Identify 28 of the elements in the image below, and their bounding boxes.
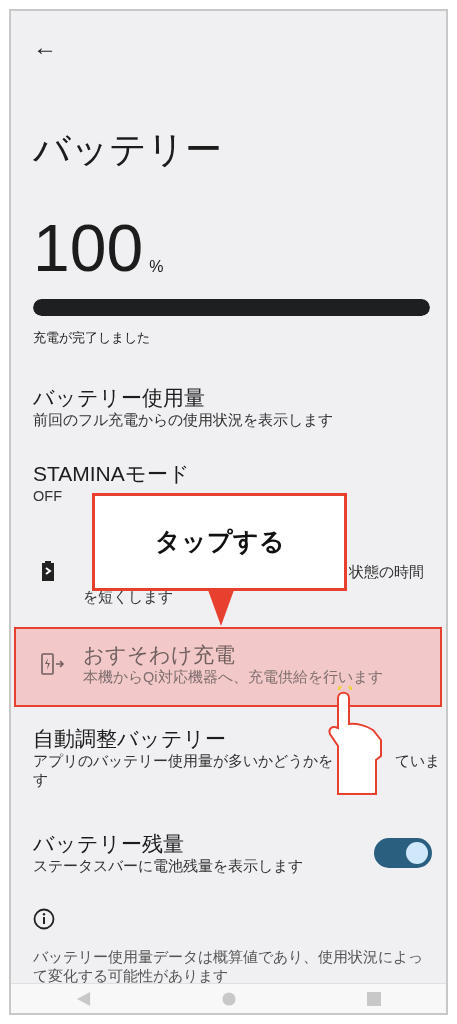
back-button[interactable]: ← [33,35,57,59]
battery-icon [41,561,55,581]
toggle-switch[interactable] [374,837,432,868]
item-title: おすそわけ充電 [83,641,235,668]
item-subtitle: す [33,770,48,790]
recents-nav-icon[interactable] [366,991,381,1006]
item-subtitle: OFF [33,486,62,506]
item-title: 自動調整バッテリー [33,725,226,752]
item-title: バッテリー使用量 [33,384,205,411]
callout-text: タップする [154,526,285,558]
item-title: STAMINAモード [33,460,190,487]
battery-percent: 100 [33,215,144,281]
item-subtitle: を短くします [83,587,173,607]
back-nav-icon[interactable] [76,991,91,1006]
page-title: バッテリー [33,128,222,172]
item-title: バッテリー残量 [33,830,184,857]
item-subtitle: アプリのバッテリー使用量が多いかどうかを [33,751,333,771]
phone-share-icon [41,652,65,675]
info-icon [33,907,55,930]
item-subtitle: 状態の時間 [349,562,424,582]
footer-note: バッテリー使用量データは概算値であり、使用状況によって変化する可能性があります [33,947,424,986]
item-subtitle: ステータスバーに電池残量を表示します [33,856,303,876]
home-nav-icon[interactable] [221,991,236,1006]
percent-unit: % [149,257,164,277]
charge-status: 充電が完了しました [33,329,150,347]
item-subtitle: 前回のフル充電からの使用状況を表示します [33,410,333,430]
item-subtitle: ていま [395,751,440,771]
item-subtitle: 本機からQi対応機器へ、充電供給を行います [83,667,383,687]
